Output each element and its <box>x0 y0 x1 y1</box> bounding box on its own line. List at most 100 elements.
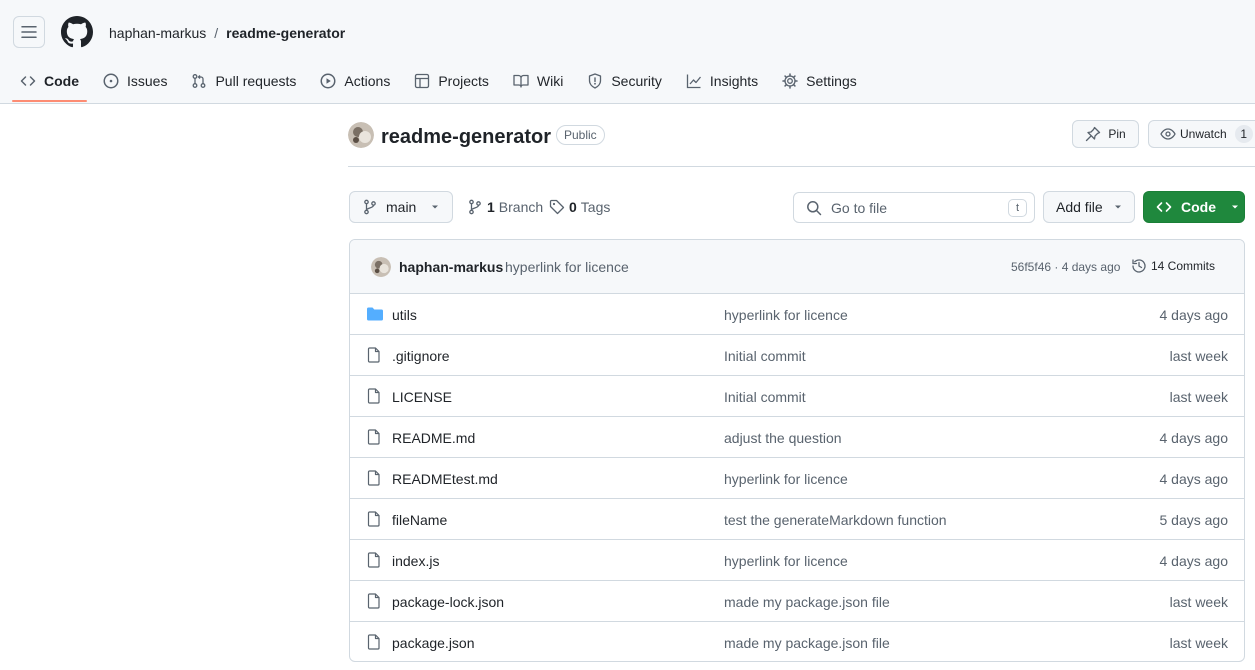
branch-select-button[interactable]: main <box>349 191 453 223</box>
visibility-badge: Public <box>556 125 605 145</box>
file-commit-message-link[interactable]: hyperlink for licence <box>724 307 848 323</box>
tab-label: Projects <box>438 73 489 89</box>
file-name-link[interactable]: package.json <box>392 635 475 651</box>
file-commit-age: last week <box>1169 389 1228 405</box>
file-row[interactable]: LICENSE Initial commit last week <box>350 376 1244 417</box>
pin-button[interactable]: Pin <box>1072 120 1139 148</box>
repo-name-link[interactable]: readme-generator <box>381 125 551 149</box>
go-to-file-placeholder: Go to file <box>831 199 888 216</box>
file-row[interactable]: fileName test the generateMarkdown functi… <box>350 499 1244 540</box>
file-icon <box>367 511 380 527</box>
tab-projects[interactable]: Projects <box>406 64 497 98</box>
file-name-link[interactable]: README.md <box>392 430 475 446</box>
branch-name: main <box>386 199 417 215</box>
tags-link[interactable]: 0 Tags <box>549 199 610 215</box>
tab-wiki[interactable]: Wiki <box>505 64 571 98</box>
file-commit-message-link[interactable]: hyperlink for licence <box>724 471 848 487</box>
graph-icon <box>686 74 701 89</box>
file-type-icon <box>366 306 384 325</box>
add-file-button[interactable]: Add file <box>1043 191 1135 223</box>
book-icon <box>513 74 529 88</box>
play-icon <box>320 73 336 89</box>
branches-label: Branch <box>498 199 544 215</box>
file-commit-message-link[interactable]: made my package.json file <box>724 635 890 651</box>
commit-author-link[interactable]: haphan-markus <box>399 259 503 275</box>
tab-actions[interactable]: Actions <box>312 64 398 98</box>
file-commit-age: last week <box>1169 635 1228 651</box>
breadcrumb-owner-link[interactable]: haphan-markus <box>109 24 206 42</box>
file-row[interactable]: READMEtest.md hyperlink for licence 4 days… <box>350 458 1244 499</box>
file-name-link[interactable]: fileName <box>392 512 447 528</box>
tab-label: Code <box>44 73 79 89</box>
file-commit-message-link[interactable]: test the generateMarkdown function <box>724 512 947 528</box>
code-icon <box>1156 202 1172 212</box>
tab-label: Wiki <box>536 73 564 89</box>
file-commit-message-link[interactable]: made my package.json file <box>724 594 890 610</box>
tab-label: Settings <box>806 73 857 89</box>
file-row[interactable]: utils hyperlink for licence 4 days ago <box>350 294 1244 335</box>
tag-icon <box>549 199 565 215</box>
tab-pull-requests[interactable]: Pull requests <box>183 64 304 98</box>
tab-insights[interactable]: Insights <box>678 64 766 98</box>
file-row[interactable]: package.json made my package.json file las… <box>350 622 1244 661</box>
search-icon <box>807 200 822 215</box>
repo-nav: Code Issues Pull requests Actions Projec… <box>12 64 873 104</box>
breadcrumb-repo-link[interactable]: readme-generator <box>226 24 345 42</box>
avatar-image <box>348 122 374 148</box>
repo-title-bar: readme-generator Public Pin Unwatch 1 <box>348 120 1255 167</box>
breadcrumb: haphan-markus / readme-generator <box>109 24 345 42</box>
github-logo-icon[interactable] <box>61 16 93 48</box>
file-icon <box>367 429 380 445</box>
commits-history-link[interactable]: 14 Commits <box>1131 258 1215 274</box>
file-row[interactable]: README.md adjust the question 4 days ago <box>350 417 1244 458</box>
file-row[interactable]: index.js hyperlink for licence 4 days ago <box>350 540 1244 581</box>
file-commit-age: 4 days ago <box>1159 553 1229 569</box>
file-commit-message-link[interactable]: Initial commit <box>724 389 806 405</box>
file-commit-message-link[interactable]: Initial commit <box>724 348 806 364</box>
tab-issues[interactable]: Issues <box>95 64 175 98</box>
file-name-link[interactable]: package-lock.json <box>392 594 504 610</box>
latest-commit-bar: haphan-markus hyperlink for licence 56f5… <box>350 240 1244 294</box>
file-name-link[interactable]: utils <box>392 307 417 323</box>
branches-link[interactable]: 1 Branch <box>467 199 543 215</box>
file-type-icon <box>366 429 382 448</box>
file-name-link[interactable]: .gitignore <box>392 348 450 364</box>
tab-label: Actions <box>344 73 391 89</box>
chevron-down-icon <box>432 205 439 209</box>
git-branch-icon <box>469 199 481 215</box>
commit-sha-link[interactable]: 56f5f46 · 4 days ago <box>1011 260 1120 274</box>
tab-label: Pull requests <box>215 73 297 89</box>
go-to-file-input[interactable]: Go to file t <box>793 192 1035 223</box>
file-row[interactable]: .gitignore Initial commit last week <box>350 335 1244 376</box>
unwatch-button[interactable]: Unwatch 1 <box>1148 120 1255 148</box>
folder-icon <box>367 307 383 321</box>
breadcrumb-separator: / <box>214 25 219 41</box>
menu-button[interactable] <box>13 16 45 48</box>
file-name-link[interactable]: READMEtest.md <box>392 471 498 487</box>
tab-code[interactable]: Code <box>12 64 87 102</box>
file-type-icon <box>366 593 382 612</box>
file-type-icon <box>366 388 382 407</box>
file-icon <box>367 347 380 363</box>
add-file-label: Add file <box>1056 199 1103 215</box>
keyboard-shortcut-hint: t <box>1008 199 1027 217</box>
tab-label: Security <box>611 73 662 89</box>
file-commit-message-link[interactable]: adjust the question <box>724 430 842 446</box>
issue-opened-icon <box>103 73 119 89</box>
file-name-link[interactable]: index.js <box>392 553 439 569</box>
tab-settings[interactable]: Settings <box>774 64 865 98</box>
file-row[interactable]: package-lock.json made my package.json fi… <box>350 581 1244 622</box>
owner-avatar[interactable] <box>348 122 374 148</box>
commit-author-avatar[interactable] <box>371 257 391 277</box>
code-dropdown-button[interactable]: Code <box>1143 191 1245 223</box>
file-commit-message-link[interactable]: hyperlink for licence <box>724 553 848 569</box>
file-icon <box>367 634 380 650</box>
chevron-down-icon <box>1232 205 1238 209</box>
file-name-link[interactable]: LICENSE <box>392 389 452 405</box>
hamburger-icon <box>21 26 37 38</box>
tab-security[interactable]: Security <box>579 64 670 98</box>
file-commit-age: 4 days ago <box>1159 430 1229 446</box>
git-branch-icon <box>364 199 376 215</box>
commit-message-link[interactable]: hyperlink for licence <box>505 259 629 275</box>
watch-count: 1 <box>1234 125 1253 143</box>
